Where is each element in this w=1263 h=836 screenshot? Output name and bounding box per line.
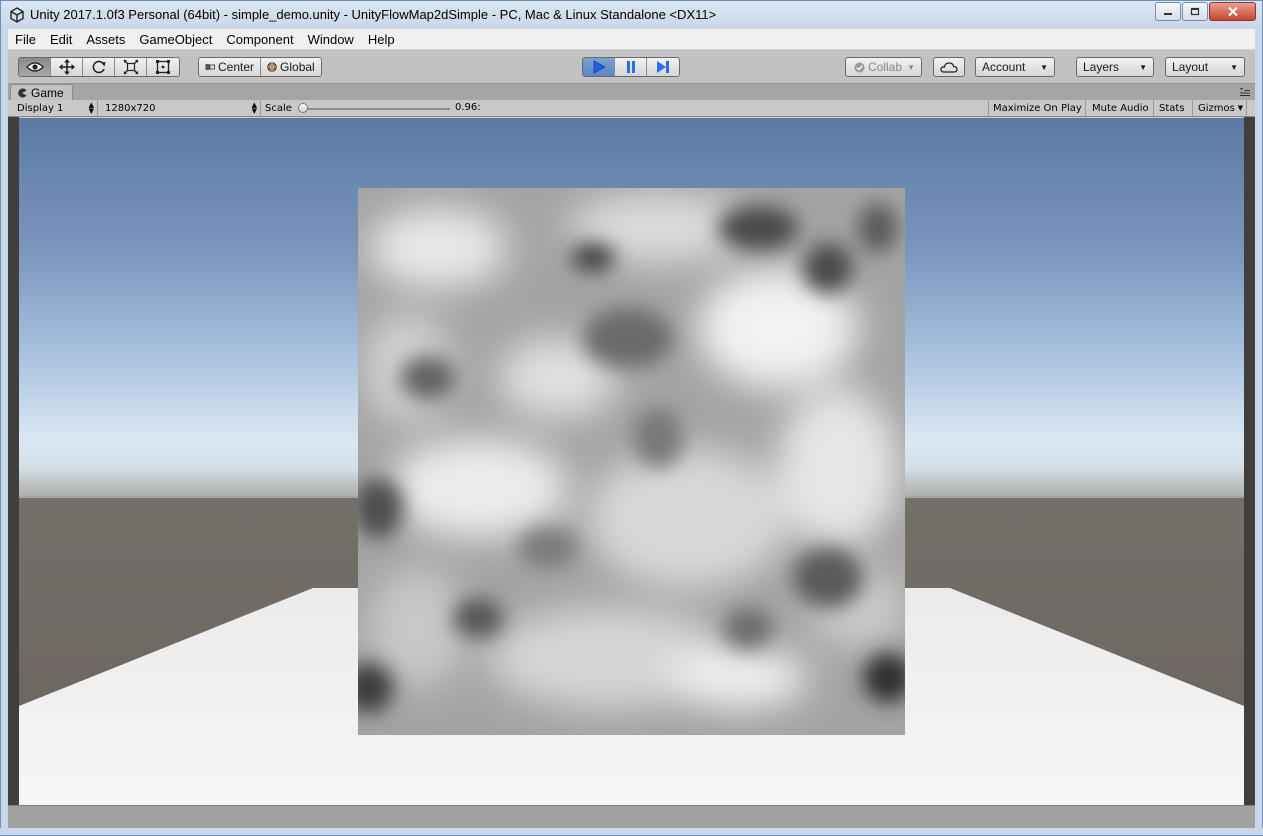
menu-gameobject[interactable]: GameObject	[132, 29, 219, 50]
tab-game-label: Game	[31, 85, 64, 100]
updown-arrow-icon: ▲ ▼	[251, 101, 257, 115]
window-title: Unity 2017.1.0f3 Personal (64bit) - simp…	[30, 7, 717, 22]
eye-icon	[25, 62, 44, 72]
transform-tools	[18, 57, 180, 77]
gizmos-label: Gizmos	[1198, 102, 1235, 114]
pivot-center-icon	[205, 64, 215, 70]
mute-audio-toggle[interactable]: Mute Audio	[1087, 100, 1154, 116]
chevron-down-icon: ▼	[1237, 104, 1243, 112]
collab-dropdown[interactable]: Collab ▼	[845, 57, 922, 77]
chevron-down-icon: ▼	[1040, 63, 1048, 72]
unity-logo-icon	[10, 7, 24, 23]
display-select[interactable]: Display 1 ▲ ▼	[12, 100, 98, 116]
globe-icon	[267, 62, 277, 72]
rotate-icon	[92, 60, 105, 74]
scale-tool-button[interactable]	[115, 58, 147, 76]
maximize-button[interactable]	[1182, 2, 1208, 21]
account-dropdown[interactable]: Account ▼	[975, 57, 1055, 77]
scale-control: Scale 0.96:	[262, 100, 502, 116]
window-frame-left	[0, 29, 8, 836]
game-tab-bar: Game	[8, 84, 1255, 100]
menu-component[interactable]: Component	[219, 29, 300, 50]
cloud-icon	[940, 61, 958, 73]
menu-window[interactable]: Window	[301, 29, 361, 50]
resolution-select[interactable]: 1280x720 ▲ ▼	[99, 100, 261, 116]
account-label: Account	[982, 60, 1026, 74]
check-icon	[854, 62, 865, 72]
step-icon	[657, 61, 669, 73]
close-icon	[1227, 6, 1238, 17]
gizmos-toggle[interactable]: Gizmos ▼	[1194, 100, 1247, 116]
game-view-toolbar: Display 1 ▲ ▼ 1280x720 ▲ ▼ Scale 0.96: Max…	[8, 100, 1255, 117]
maximize-on-play-toggle[interactable]: Maximize On Play	[988, 100, 1086, 116]
scale-slider-thumb[interactable]	[298, 103, 308, 113]
updown-arrow-icon: ▲ ▼	[88, 101, 94, 115]
play-controls	[582, 57, 680, 77]
status-bar	[8, 805, 1255, 828]
rotate-tool-button[interactable]	[83, 58, 115, 76]
menu-assets[interactable]: Assets	[79, 29, 132, 50]
play-icon	[593, 60, 606, 74]
resolution-value: 1280x720	[105, 102, 156, 114]
pivot-controls: Center Global	[198, 57, 322, 77]
stats-toggle[interactable]: Stats	[1155, 100, 1193, 116]
pivot-mode-button[interactable]: Center	[199, 58, 262, 76]
pivot-rotation-button[interactable]: Global	[261, 58, 321, 76]
scale-label: Scale	[265, 102, 292, 114]
maximize-on-play-label: Maximize On Play	[993, 102, 1082, 114]
flowmap-texture-quad	[358, 188, 905, 735]
move-icon	[58, 59, 75, 75]
step-button[interactable]	[647, 58, 679, 76]
scale-value: 0.96:	[455, 102, 481, 113]
menu-help[interactable]: Help	[361, 29, 402, 50]
menu-edit[interactable]: Edit	[43, 29, 79, 50]
rect-tool-icon	[156, 60, 170, 74]
cloud-button[interactable]	[933, 57, 965, 77]
window-frame-bottom	[0, 828, 1263, 836]
rect-tool-button[interactable]	[147, 58, 179, 76]
minimize-button[interactable]	[1155, 2, 1181, 21]
chevron-down-icon: ▼	[907, 63, 915, 72]
layers-dropdown[interactable]: Layers ▼	[1076, 57, 1154, 77]
menu-file[interactable]: File	[8, 29, 43, 50]
scale-slider-track[interactable]	[304, 108, 450, 110]
scale-icon	[123, 59, 138, 75]
move-tool-button[interactable]	[51, 58, 83, 76]
game-view-border-left	[8, 117, 19, 805]
layers-label: Layers	[1083, 60, 1120, 74]
mute-audio-label: Mute Audio	[1092, 102, 1149, 114]
game-view-border-right	[1244, 117, 1255, 805]
display-value: Display 1	[17, 102, 64, 114]
window-titlebar[interactable]: Unity 2017.1.0f3 Personal (64bit) - simp…	[0, 0, 1263, 29]
pivot-mode-label: Center	[218, 60, 255, 74]
minimize-icon	[1164, 12, 1172, 15]
pacman-icon	[18, 88, 27, 97]
window-frame-right	[1255, 29, 1263, 836]
tab-menu-icon[interactable]	[1239, 86, 1251, 98]
collab-label: Collab	[868, 60, 903, 74]
layout-dropdown[interactable]: Layout ▼	[1165, 57, 1245, 77]
pivot-rotation-label: Global	[280, 60, 315, 74]
maximize-icon	[1190, 7, 1200, 16]
noise-texture	[358, 188, 905, 735]
view-tool-button[interactable]	[19, 58, 51, 76]
main-toolbar: Center Global Collab ▼ Account ▼ Layers …	[8, 50, 1255, 84]
game-viewport[interactable]	[19, 118, 1244, 805]
stats-label: Stats	[1159, 102, 1185, 114]
layout-label: Layout	[1172, 60, 1209, 74]
chevron-down-icon: ▼	[1230, 63, 1238, 72]
chevron-down-icon: ▼	[1139, 63, 1147, 72]
play-button[interactable]	[583, 58, 615, 76]
pause-icon	[626, 61, 635, 73]
pause-button[interactable]	[615, 58, 647, 76]
close-button[interactable]	[1209, 2, 1256, 21]
menu-bar: File Edit Assets GameObject Component Wi…	[8, 29, 1255, 50]
tab-game[interactable]: Game	[10, 84, 73, 100]
